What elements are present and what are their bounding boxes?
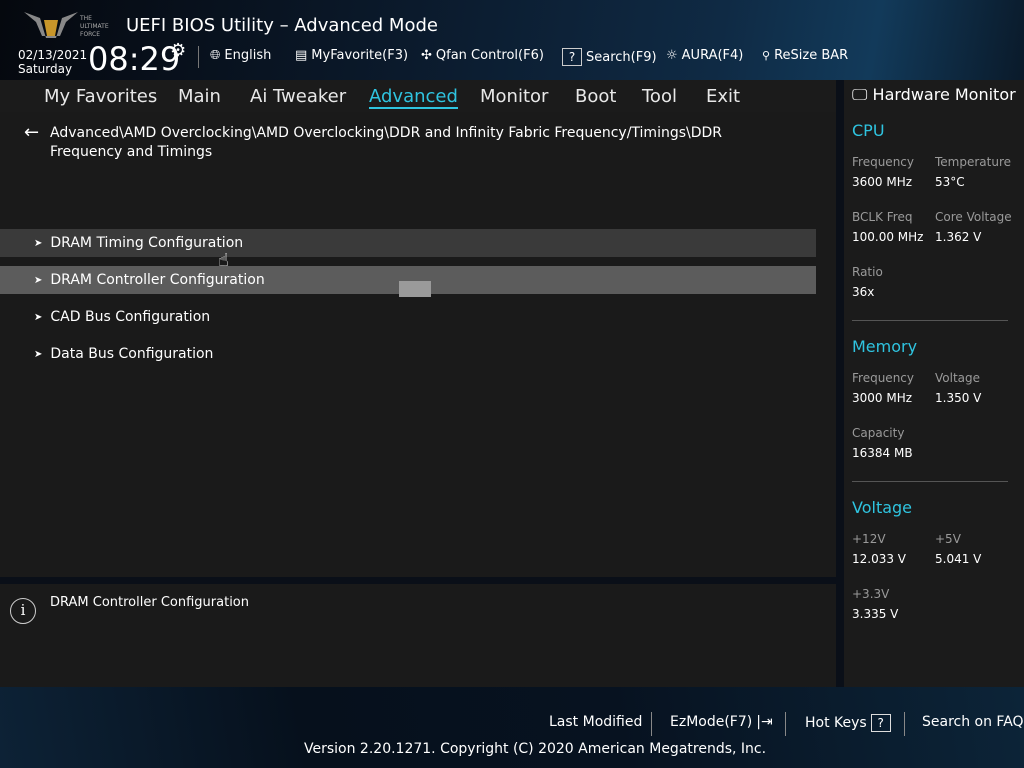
date: 02/13/2021 [18,48,88,62]
breadcrumb: Advanced\AMD Overclocking\AMD Overclocki… [50,125,723,160]
search-icon: ? [562,48,582,66]
tab-exit[interactable]: Exit [706,86,740,107]
help-text: DRAM Controller Configuration [50,595,249,610]
svg-text:ULTIMATE: ULTIMATE [80,23,109,30]
last-modified-button[interactable]: Last Modified [549,714,642,730]
tuf-logo: THE ULTIMATE FORCE [24,12,109,38]
label: Core Voltage [935,210,1012,224]
label: MyFavorite(F3) [311,48,409,63]
label: +12V [852,532,886,546]
label: DRAM Timing Configuration [50,235,244,251]
label: Voltage [935,371,981,385]
label: Frequency [852,371,914,385]
label: Ratio [852,265,883,279]
search-button[interactable]: ? Search(F9) [562,48,657,66]
divider [651,712,652,736]
favorite-icon: ▤ [295,48,308,63]
aura-icon: ☼ [666,48,678,63]
label: Temperature [935,155,1012,169]
memory-capacity: 16384 MB [852,446,913,460]
language-button[interactable]: 🌐︎ English [210,48,271,63]
tab-ai-tweaker[interactable]: Ai Tweaker [250,86,346,107]
core-voltage: 1.362 V [935,230,982,244]
label: CAD Bus Configuration [50,309,211,325]
voltage-heading: Voltage [852,498,913,517]
label: Frequency [852,155,914,169]
menu-item-dram-timing[interactable]: ➤ DRAM Timing Configuration [0,229,816,257]
info-icon: i [10,598,36,624]
exit-arrow-icon: |⇥ [756,714,773,730]
version-text: Version 2.20.1271. Copyright (C) 2020 Am… [304,741,767,757]
tab-boot[interactable]: Boot [575,86,616,107]
tab-tool[interactable]: Tool [642,86,677,107]
day: Saturday [18,62,73,76]
menu-item-data-bus[interactable]: ➤ Data Bus Configuration [0,340,816,368]
tab-my-favorites[interactable]: My Favorites [44,86,157,107]
label: English [224,48,272,63]
memory-frequency: 3000 MHz [852,391,913,405]
voltage-12v: 12.033 V [852,552,907,566]
title: Hardware Monitor [872,85,1016,104]
label: Qfan Control(F6) [435,48,544,63]
arrow-icon: ➤ [34,311,43,323]
date-display: 02/13/2021 Saturday [18,48,87,76]
label: +5V [935,532,961,546]
svg-text:THE: THE [79,15,92,22]
label: EzMode(F7) [670,714,753,730]
resize-bar-button[interactable]: ⚲ ReSize BAR [762,48,848,63]
label: AURA(F4) [681,48,744,63]
cpu-heading: CPU [852,121,885,140]
menu-item-cad-bus[interactable]: ➤ CAD Bus Configuration [0,303,816,331]
aura-button[interactable]: ☼ AURA(F4) [666,48,743,63]
label: Hot Keys [805,715,867,731]
label: Search(F9) [586,49,657,65]
globe-icon: 🌐︎ [210,48,221,63]
monitor-icon: 🖵︎ [852,85,868,104]
hot-keys-button[interactable]: Hot Keys? [805,714,891,732]
voltage-5v: 5.041 V [935,552,982,566]
label: DRAM Controller Configuration [50,272,265,288]
memory-voltage: 1.350 V [935,391,982,405]
bclk-freq: 100.00 MHz [852,230,924,244]
clock: 08:29 [88,40,181,78]
divider [198,46,199,68]
divider [785,712,786,736]
divider [852,320,1008,321]
ezmode-button[interactable]: EzMode(F7) |⇥ [670,714,773,730]
arrow-icon: ➤ [34,348,43,360]
tab-monitor[interactable]: Monitor [480,86,548,107]
label: Data Bus Configuration [50,346,214,362]
cursor-highlight [399,281,431,297]
gear-icon[interactable]: ⚙ [170,40,186,61]
search-faq-button[interactable]: Search on FAQ [922,714,1024,730]
hardware-monitor-title: 🖵︎ Hardware Monitor [852,85,1016,105]
tab-advanced[interactable]: Advanced [369,86,458,109]
arrow-icon: ➤ [34,274,43,286]
cpu-frequency: 3600 MHz [852,175,913,189]
cpu-ratio: 36x [852,285,875,299]
tab-main[interactable]: Main [178,86,221,107]
divider [904,712,905,736]
hand-cursor-icon: ☝ [218,250,229,271]
app-title: UEFI BIOS Utility – Advanced Mode [126,15,438,36]
arrow-icon: ➤ [34,237,43,249]
divider [852,481,1008,482]
label: +3.3V [852,587,890,601]
label: ReSize BAR [774,48,849,63]
label: Capacity [852,426,905,440]
svg-text:FORCE: FORCE [80,31,100,38]
question-icon: ? [870,714,891,732]
resize-bar-icon: ⚲ [762,49,771,62]
fan-icon: ✣ [421,48,432,63]
qfan-button[interactable]: ✣ Qfan Control(F6) [421,48,544,63]
voltage-3v3: 3.335 V [852,607,899,621]
label: BCLK Freq [852,210,913,224]
back-arrow-icon[interactable]: ← [24,122,39,143]
cpu-temperature: 53°C [935,175,965,189]
memory-heading: Memory [852,337,918,356]
myfavorite-button[interactable]: ▤ MyFavorite(F3) [295,48,408,63]
